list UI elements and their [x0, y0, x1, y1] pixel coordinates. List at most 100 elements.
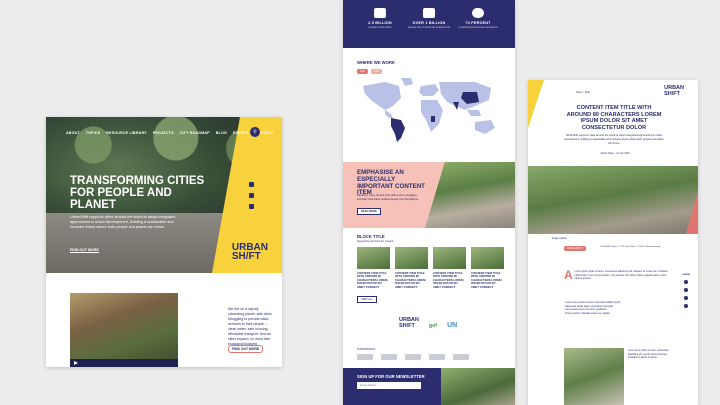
partner-logo	[381, 354, 397, 360]
map-greenland	[401, 78, 413, 86]
share-links: SHARE	[682, 274, 690, 308]
twitter-icon[interactable]	[684, 280, 689, 284]
play-icon[interactable]	[74, 361, 78, 365]
email-icon[interactable]	[684, 304, 689, 308]
facebook-icon[interactable]	[684, 296, 689, 300]
urbanshift-logo: URBAN SH/FT	[399, 317, 419, 329]
newsletter-email-input[interactable]: Email address	[357, 382, 421, 389]
tag-chip[interactable]: TAG	[371, 69, 383, 74]
article-side-text: Lorem ipsum dolor sit amet, consectetur …	[628, 350, 669, 360]
partner-logo	[453, 354, 469, 360]
partner-logo	[357, 354, 373, 360]
card-title: CONTENT ITEM TITLE WITH AROUND 80 CHARAC…	[395, 271, 426, 289]
nav-city-roadmap[interactable]: CITY ROADMAP	[180, 131, 210, 135]
article-bullets: Lorem ipsum dolor sit amet consectetur a…	[564, 302, 672, 316]
content-card[interactable]: CONTENT ITEM TITLE WITH AROUND 80 CHARAC…	[433, 247, 466, 289]
block-title: BLOCK TITLE	[357, 234, 385, 239]
hero-description: UrbanShift supports cities around the wo…	[70, 215, 176, 230]
content-card[interactable]: CONTENT ITEM TITLE WITH AROUND 80 CHARAC…	[395, 247, 428, 289]
view-all-button[interactable]: VIEW ALL	[357, 296, 377, 303]
content-cards: CONTENT ITEM TITLE WITH AROUND 80 CHARAC…	[357, 247, 504, 289]
card-image	[471, 247, 504, 269]
un-environment-logo: UN	[447, 322, 458, 329]
hero-title: TRANSFORMING CITIES FOR PEOPLE AND PLANE…	[70, 175, 205, 211]
newsletter-image	[441, 368, 515, 405]
article-info: COUNTRY: Brazil · CITY: Sao Paulo · TOPI…	[600, 246, 661, 248]
read-more-button[interactable]: READ MORE	[357, 208, 381, 215]
twitter-icon[interactable]	[249, 182, 254, 187]
share-label: SHARE	[682, 274, 690, 276]
block-subtitle: Supporting text here for content	[357, 240, 394, 243]
world-map[interactable]	[355, 76, 505, 144]
urbanshift-logo[interactable]: URBAN SH/FT	[664, 85, 684, 97]
find-out-more-button[interactable]: FIND OUT MORE	[228, 345, 264, 353]
image-caption: Image caption	[552, 237, 568, 240]
stats-band: 2.9 BILLION people in the cities OVER 1 …	[343, 0, 515, 48]
where-we-work-title: WHERE WE WORK	[357, 60, 395, 65]
article-title: CONTENT ITEM TITLE WITH AROUND 80 CHARAC…	[566, 105, 662, 131]
cloud-icon	[472, 8, 484, 18]
partner-logo-row	[357, 354, 469, 360]
card-image	[395, 247, 428, 269]
map-north-america	[363, 82, 401, 110]
house-icon	[423, 8, 435, 18]
map-central-america	[385, 110, 393, 118]
linkedin-icon[interactable]	[249, 193, 254, 198]
social-links	[249, 182, 254, 209]
video-controls[interactable]	[70, 359, 178, 367]
content-card[interactable]: CONTENT ITEM TITLE WITH AROUND 80 CHARAC…	[471, 247, 504, 289]
card-image	[433, 247, 466, 269]
list-item: Donec pretium vulputate sapien nec sagit…	[564, 313, 672, 317]
urbanshift-logo[interactable]: URBAN SH/FT	[231, 243, 268, 262]
map-europe	[419, 84, 439, 96]
publication-tag[interactable]: PUBLICATION	[564, 246, 586, 251]
nav-topics[interactable]: TOPICS	[86, 131, 101, 135]
hero-cta-link[interactable]: FIND OUT MORE	[70, 248, 99, 253]
article-paragraph: Lorem ipsum dolor sit amet, consectetur …	[574, 270, 668, 281]
homepage-mockup: ABOUT TOPICS RESOURCE LIBRARY PROJECTS C…	[46, 117, 282, 367]
people-icon	[374, 8, 386, 18]
corner-accent	[528, 80, 544, 128]
nav-resource-library[interactable]: RESOURCE LIBRARY	[106, 131, 146, 135]
search-icon[interactable]: ⚲	[250, 127, 260, 137]
map-south-america	[391, 118, 405, 142]
linkedin-icon[interactable]	[684, 288, 689, 292]
tag-chip[interactable]: TAG	[357, 69, 369, 74]
nav-about[interactable]: ABOUT	[66, 131, 80, 135]
nav-blog[interactable]: BLOG	[216, 131, 227, 135]
article-meta: Author Name · 01 Jan 2022	[600, 152, 630, 155]
intro-text: We live on a rapidly urbanizing planet, …	[228, 307, 272, 346]
card-title: CONTENT ITEM TITLE WITH AROUND 80 CHARAC…	[433, 271, 464, 289]
partner-logos: URBAN SH/FT gef UN	[399, 317, 458, 329]
gef-logo: gef	[428, 322, 438, 329]
video-player[interactable]	[70, 293, 178, 367]
map-se-asia	[467, 110, 481, 116]
stat-label: people in the cities	[368, 25, 392, 29]
newsletter-title: SIGN UP FOR OUR NEWSLETTER	[357, 374, 425, 379]
facebook-icon[interactable]	[249, 204, 254, 209]
card-title: CONTENT ITEM TITLE WITH AROUND 80 CHARAC…	[357, 271, 388, 289]
stat-label: people live in informal settlements	[407, 25, 451, 29]
logo-line-2: SH/FT	[231, 251, 261, 262]
card-image	[357, 247, 390, 269]
article-hero-image	[528, 166, 698, 234]
card-title: CONTENT ITEM TITLE WITH AROUND 80 CHARAC…	[471, 271, 502, 289]
logo-line-2: SH/FT	[664, 90, 681, 97]
map-australia	[475, 120, 495, 134]
partner-logo	[429, 354, 445, 360]
logo-line-2: SH/FT	[399, 322, 415, 329]
article-inline-image	[564, 348, 624, 405]
article-mockup: URBAN SH/FT Home > Blog CONTENT ITEM TIT…	[528, 80, 698, 405]
nav-events[interactable]: EVENTS	[233, 131, 249, 135]
stat-item: OVER 1 BILLION people live in informal s…	[404, 8, 454, 30]
stat-item: 70 PERCENT of global greenhouse emission…	[453, 8, 503, 30]
content-card[interactable]: CONTENT ITEM TITLE WITH AROUND 80 CHARAC…	[357, 247, 390, 289]
article-body: A Lorem ipsum dolor sit amet, consectetu…	[564, 269, 672, 281]
stat-item: 2.9 BILLION people in the cities	[355, 8, 405, 30]
partners-label: SUPPORTED BY	[357, 348, 376, 351]
map-filter-tags: TAG TAG	[357, 69, 383, 74]
stat-label: of global greenhouse emissions	[458, 25, 498, 29]
nav-projects[interactable]: PROJECTS	[153, 131, 174, 135]
breadcrumb[interactable]: Home > Blog	[576, 91, 590, 94]
main-nav: ABOUT TOPICS RESOURCE LIBRARY PROJECTS C…	[66, 131, 273, 135]
